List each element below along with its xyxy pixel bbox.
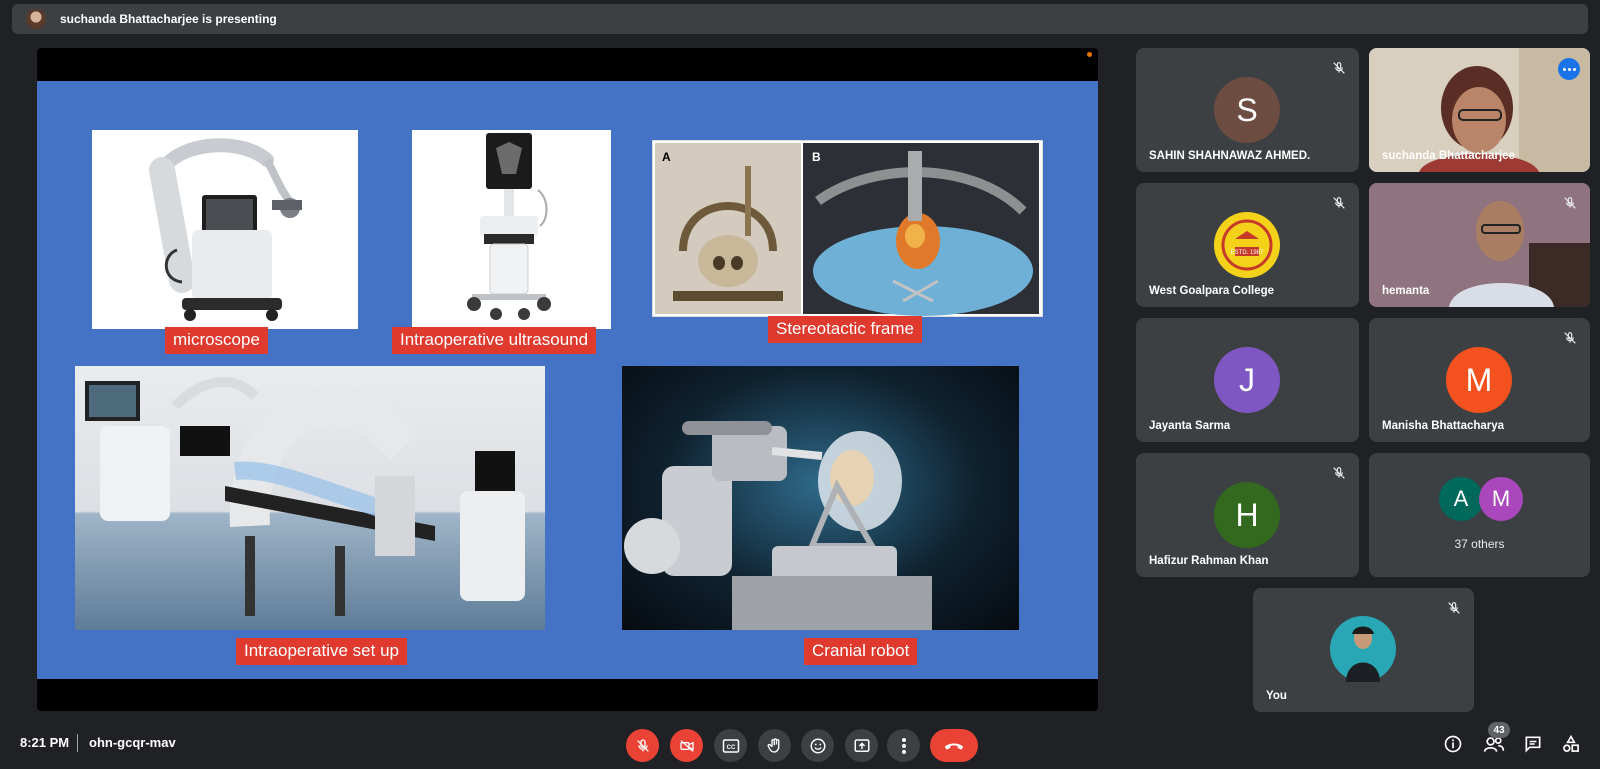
stereotactic-frame-image: A B: [652, 140, 1043, 317]
self-avatar: [1330, 616, 1396, 682]
presenter-avatar: [26, 9, 46, 29]
microscope-image: [92, 130, 358, 329]
more-vert-icon: [901, 737, 906, 754]
captions-button[interactable]: CC: [714, 729, 747, 762]
caption-setup: Intraoperative set up: [236, 638, 407, 665]
presentation-stage[interactable]: microscope Intraoperative ultrasound A B…: [37, 48, 1098, 711]
raise-hand-button[interactable]: [758, 729, 791, 762]
speaking-indicator-icon: [1558, 58, 1580, 80]
stereo-label-a: A: [662, 150, 671, 164]
caption-stereotactic: Stereotactic frame: [768, 316, 922, 343]
mic-off-icon: [1333, 62, 1345, 74]
meeting-details-button[interactable]: [1441, 732, 1465, 756]
participant-tile-hemanta[interactable]: hemanta: [1369, 183, 1590, 307]
participant-name: Manisha Bhattacharya: [1382, 420, 1505, 432]
avatar: H: [1214, 482, 1280, 548]
camera-off-icon: [679, 739, 694, 752]
mic-off-icon: [1448, 602, 1460, 614]
participant-name: Jayanta Sarma: [1149, 420, 1231, 432]
avatar: J: [1214, 347, 1280, 413]
hand-icon: [767, 737, 779, 753]
participant-name: Hafizur Rahman Khan: [1149, 555, 1269, 567]
avatar: A: [1439, 477, 1483, 521]
participant-name: West Goalpara College: [1149, 285, 1275, 297]
presenter-banner: suchanda Bhattacharjee is presenting: [12, 4, 1588, 34]
meeting-code: ohn-gcqr-mav: [89, 735, 176, 750]
more-options-button[interactable]: [887, 729, 920, 762]
present-screen-button[interactable]: [845, 729, 878, 762]
activities-icon: [1563, 734, 1579, 752]
participant-name: suchanda Bhattacharjee: [1382, 150, 1515, 162]
presentation-slide: microscope Intraoperative ultrasound A B…: [37, 81, 1098, 679]
participant-tile-jayanta[interactable]: J Jayanta Sarma: [1136, 318, 1359, 442]
microphone-toggle-button[interactable]: [626, 729, 659, 762]
captions-icon: CC: [722, 738, 739, 753]
participant-tile-west-goalpara[interactable]: ESTD. 1987 West Goalpara College: [1136, 183, 1359, 307]
recording-dot: [1087, 52, 1092, 57]
call-controls-bar: 8:21 PM ohn-gcqr-mav CC 43: [0, 720, 1600, 769]
chat-button[interactable]: [1521, 732, 1545, 756]
others-count-label: 37 others: [1454, 537, 1505, 551]
participant-tile-self[interactable]: You: [1253, 588, 1474, 712]
leave-call-button[interactable]: [930, 729, 978, 762]
participant-tile-others[interactable]: A M 37 others: [1369, 453, 1590, 577]
participant-tile-hafizur[interactable]: H Hafizur Rahman Khan: [1136, 453, 1359, 577]
caption-microscope: microscope: [165, 327, 268, 354]
reactions-button[interactable]: [801, 729, 834, 762]
participant-name: You: [1266, 690, 1287, 702]
participant-count-badge: 43: [1488, 722, 1510, 738]
mic-off-icon: [1564, 332, 1576, 344]
caption-robot: Cranial robot: [804, 638, 918, 665]
clock-time: 8:21 PM: [20, 735, 70, 750]
mic-off-icon: [1564, 197, 1576, 209]
mic-off-icon: [1333, 197, 1345, 209]
phone-hangup-icon: [944, 742, 964, 750]
presenting-text: suchanda Bhattacharjee is presenting: [60, 12, 277, 26]
participant-tile-sahin[interactable]: S SAHIN SHAHNAWAZ AHMED.: [1136, 48, 1359, 172]
mic-off-icon: [636, 738, 649, 752]
svg-text:ESTD. 1987: ESTD. 1987: [1231, 250, 1264, 256]
participant-tile-suchanda[interactable]: suchanda Bhattacharjee: [1369, 48, 1590, 172]
present-icon: [854, 738, 869, 752]
ultrasound-image: [412, 130, 611, 329]
stereo-label-b: B: [812, 150, 821, 164]
intraoperative-setup-image: [75, 366, 545, 630]
participant-name: hemanta: [1382, 285, 1430, 297]
emoji-icon: [810, 738, 825, 753]
avatar: S: [1214, 77, 1280, 143]
caption-ultrasound: Intraoperative ultrasound: [392, 327, 597, 354]
college-logo: ESTD. 1987: [1214, 212, 1280, 278]
cranial-robot-image: [622, 366, 1019, 630]
participant-tile-manisha[interactable]: M Manisha Bhattacharya: [1369, 318, 1590, 442]
avatar: M: [1446, 347, 1512, 413]
avatar: M: [1479, 477, 1523, 521]
chat-icon: [1525, 736, 1541, 753]
mic-off-icon: [1333, 467, 1345, 479]
svg-text:CC: CC: [726, 745, 735, 751]
activities-button[interactable]: [1559, 732, 1583, 756]
divider: [77, 734, 78, 752]
participant-name: SAHIN SHAHNAWAZ AHMED.: [1149, 150, 1311, 162]
info-icon: [1444, 735, 1462, 753]
camera-toggle-button[interactable]: [670, 729, 703, 762]
